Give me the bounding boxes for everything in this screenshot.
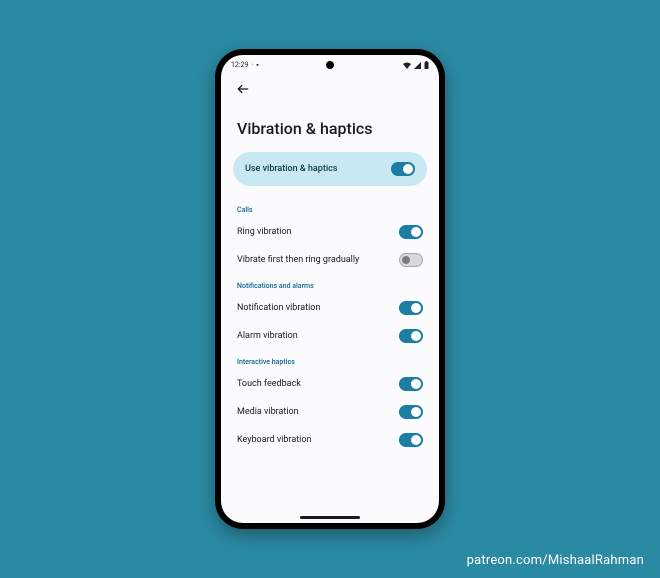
master-toggle-label: Use vibration & haptics [245, 164, 337, 174]
row-label: Notification vibration [237, 303, 399, 314]
row-vibrate-then-ring[interactable]: Vibrate first then ring gradually [233, 246, 427, 274]
wifi-icon [403, 62, 411, 69]
row-label: Media vibration [237, 407, 399, 418]
row-alarm-vibration[interactable]: Alarm vibration [233, 322, 427, 350]
toggle-ring-vibration[interactable] [399, 225, 423, 239]
row-label: Ring vibration [237, 227, 399, 238]
signal-icon [414, 62, 421, 69]
battery-icon [424, 61, 429, 69]
toggle-touch-feedback[interactable] [399, 377, 423, 391]
toggle-alarm-vibration[interactable] [399, 329, 423, 343]
phone-frame: 12:29 · ▪ Vibration & haptics [215, 49, 445, 529]
row-label: Alarm vibration [237, 331, 399, 342]
screen: 12:29 · ▪ Vibration & haptics [221, 55, 439, 523]
top-app-bar [221, 73, 439, 99]
arrow-back-icon [236, 82, 250, 96]
row-label: Vibrate first then ring gradually [237, 255, 399, 266]
battery-small-icon: ▪ [256, 61, 258, 69]
credit-text: patreon.com/MishaalRahman [467, 553, 644, 568]
master-toggle[interactable] [391, 162, 415, 176]
toggle-keyboard-vibration[interactable] [399, 433, 423, 447]
status-time: 12:29 [231, 61, 248, 69]
front-camera [326, 61, 334, 69]
settings-content: Use vibration & haptics Calls Ring vibra… [221, 152, 439, 454]
notification-dot-icon: · [251, 61, 253, 69]
section-header-calls: Calls [233, 198, 427, 218]
back-button[interactable] [233, 79, 253, 99]
row-media-vibration[interactable]: Media vibration [233, 398, 427, 426]
row-notification-vibration[interactable]: Notification vibration [233, 294, 427, 322]
row-label: Touch feedback [237, 379, 399, 390]
toggle-notification-vibration[interactable] [399, 301, 423, 315]
gesture-nav-bar[interactable] [300, 516, 360, 519]
toggle-vibrate-then-ring[interactable] [399, 253, 423, 267]
row-label: Keyboard vibration [237, 435, 399, 446]
row-touch-feedback[interactable]: Touch feedback [233, 370, 427, 398]
section-header-haptics: Interactive haptics [233, 350, 427, 370]
master-toggle-card[interactable]: Use vibration & haptics [233, 152, 427, 186]
page-title: Vibration & haptics [221, 99, 439, 152]
row-ring-vibration[interactable]: Ring vibration [233, 218, 427, 246]
row-keyboard-vibration[interactable]: Keyboard vibration [233, 426, 427, 454]
section-header-notifications: Notifications and alarms [233, 274, 427, 294]
toggle-media-vibration[interactable] [399, 405, 423, 419]
